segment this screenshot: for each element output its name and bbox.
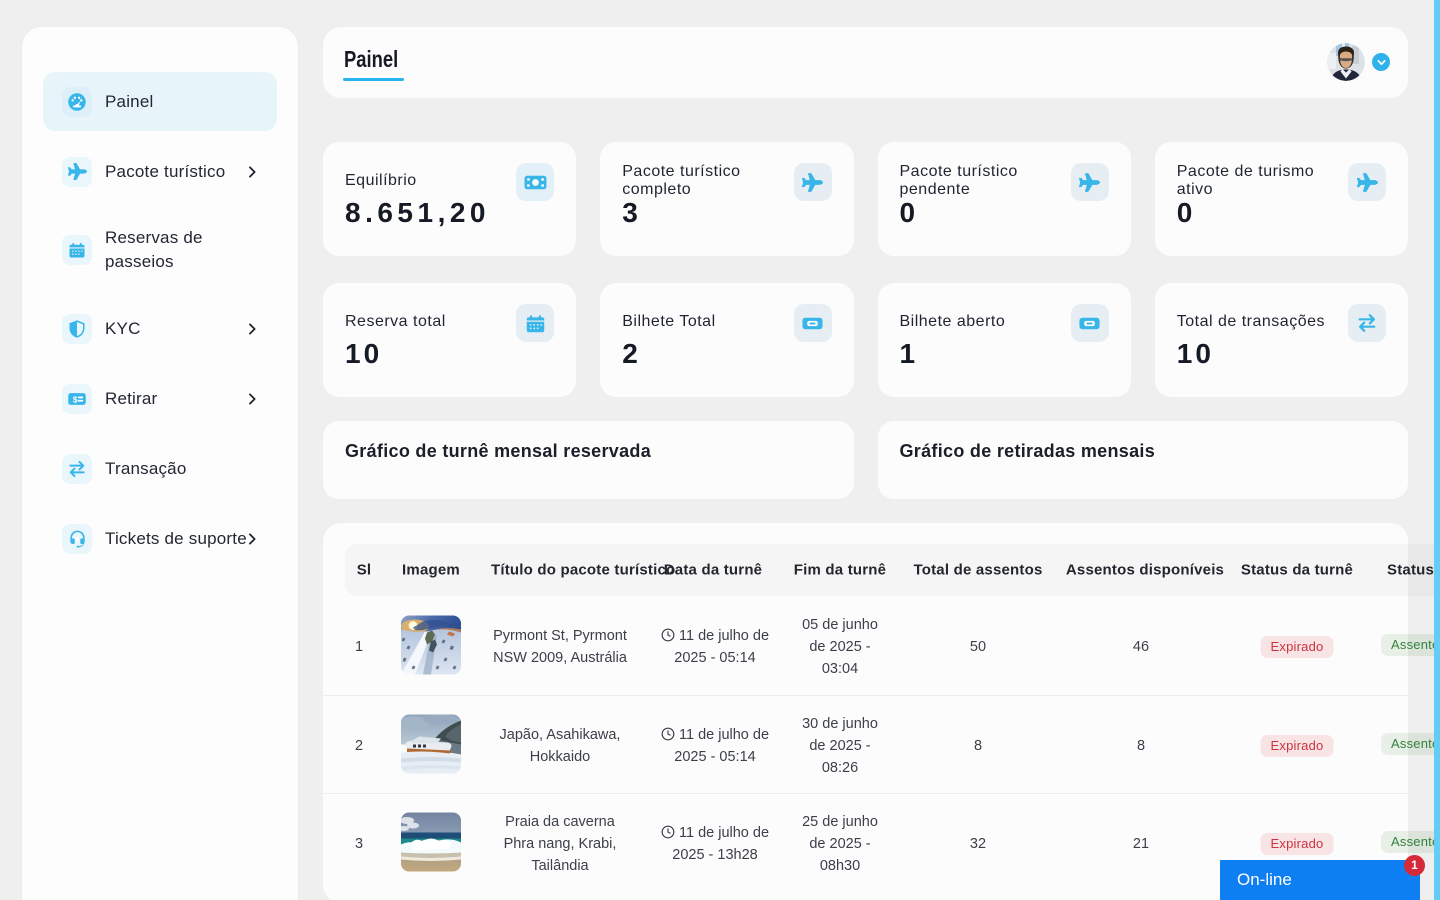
svg-text:$: $ [73, 394, 78, 404]
